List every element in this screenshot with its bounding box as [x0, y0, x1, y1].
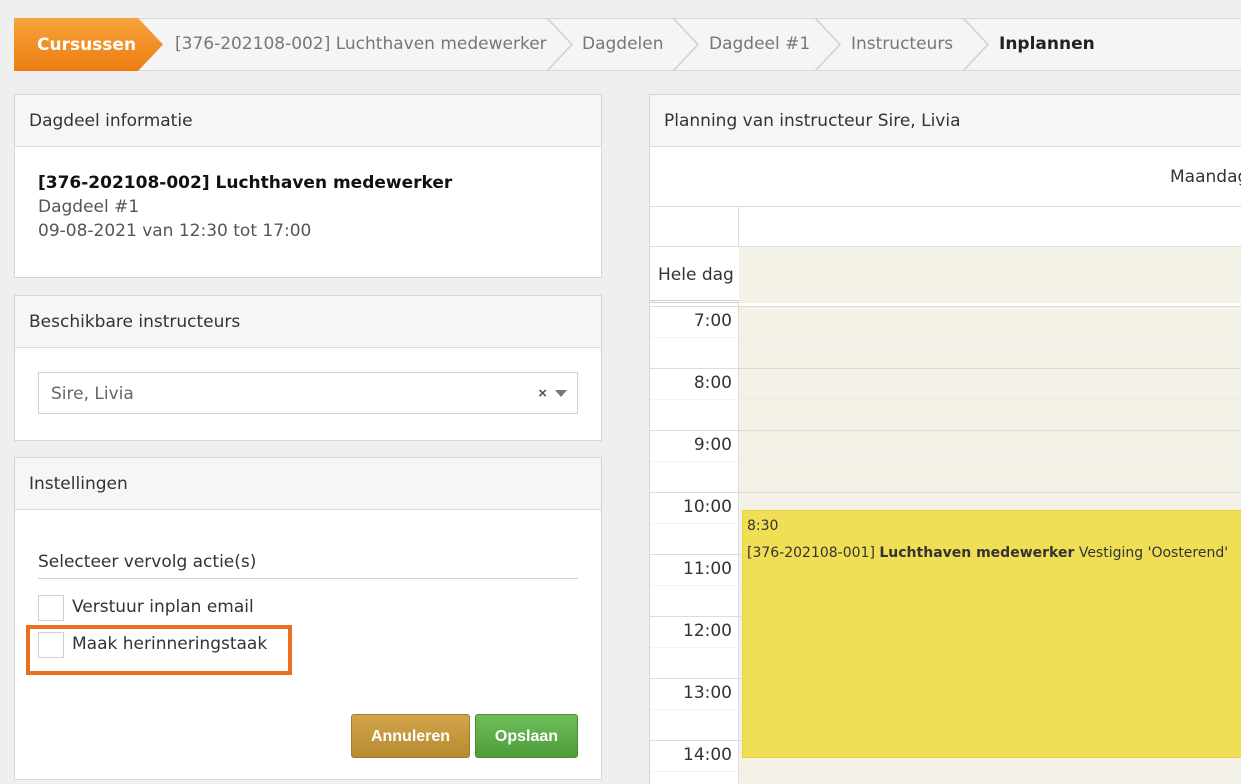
breadcrumb-item-dagdelen[interactable]: Dagdelen — [582, 19, 664, 70]
event-description: [376-202108-001] Luchthaven medewerker V… — [747, 545, 1228, 561]
instructors-panel-title: Beschikbare instructeurs — [15, 296, 601, 348]
settings-panel: Instellingen Selecteer vervolg actie(s) … — [14, 457, 602, 780]
time-label: 11:00 — [683, 559, 732, 579]
hour-line — [650, 430, 1241, 431]
breadcrumb: Cursussen [376-202108-002] Luchthaven me… — [14, 18, 1241, 71]
calendar-event[interactable]: 8:30 [376-202108-001] Luchthaven medewer… — [742, 510, 1241, 758]
clear-icon[interactable]: × — [538, 373, 547, 415]
time-label: 10:00 — [683, 497, 732, 517]
info-panel: Dagdeel informatie [376-202108-002] Luch… — [14, 94, 602, 278]
highlight-box — [26, 625, 292, 675]
settings-panel-title: Instellingen — [15, 458, 601, 510]
breadcrumb-item-inplannen: Inplannen — [999, 34, 1095, 54]
hour-line — [650, 492, 1241, 493]
allday-slot[interactable] — [739, 247, 1241, 303]
allday-label: Hele dag — [658, 265, 734, 285]
time-label: 8:00 — [693, 373, 732, 393]
hour-line — [650, 368, 1241, 369]
time-label: 12:00 — [683, 621, 732, 641]
breadcrumb-item-course[interactable]: [376-202108-002] Luchthaven medewerker — [175, 19, 547, 70]
send-email-checkbox[interactable] — [38, 595, 64, 621]
calendar-day-header: Maandag — [650, 147, 1241, 207]
info-when: 09-08-2021 van 12:30 tot 17:00 — [38, 221, 312, 241]
allday-row: Hele dag — [650, 247, 1241, 303]
calendar-day-name: Maandag — [1170, 167, 1241, 187]
breadcrumb-chevron-icon — [546, 18, 574, 71]
breadcrumb-chevron-icon — [672, 18, 700, 71]
chevron-down-icon[interactable] — [555, 390, 567, 397]
send-email-label[interactable]: Verstuur inplan email — [72, 597, 254, 617]
time-label: 7:00 — [693, 311, 732, 331]
save-button[interactable]: Opslaan — [475, 714, 578, 758]
calendar-title: Planning van instructeur Sire, Livia — [650, 95, 1241, 147]
event-code: [376-202108-001] — [747, 545, 875, 561]
instructors-panel: Beschikbare instructeurs Sire, Livia × — [14, 295, 602, 441]
cancel-button[interactable]: Annuleren — [351, 714, 470, 758]
instructor-select[interactable]: Sire, Livia × — [38, 372, 578, 414]
time-label: 14:00 — [683, 745, 732, 765]
followup-section-label: Selecteer vervolg actie(s) — [38, 552, 257, 572]
info-course: [376-202108-002] Luchthaven medewerker — [38, 173, 453, 193]
breadcrumb-item-dagdeel[interactable]: Dagdeel #1 — [709, 19, 810, 70]
event-location: Vestiging 'Oosterend' — [1078, 545, 1229, 561]
info-part: Dagdeel #1 — [38, 197, 140, 217]
breadcrumb-item-cursussen[interactable]: Cursussen — [37, 19, 136, 72]
event-time: 8:30 — [747, 518, 779, 534]
info-panel-title: Dagdeel informatie — [15, 95, 601, 147]
half-hour-line — [650, 337, 1241, 338]
instructor-select-value: Sire, Livia — [51, 384, 134, 404]
half-hour-line — [650, 771, 1241, 772]
calendar-panel: Planning van instructeur Sire, Livia Maa… — [649, 94, 1241, 784]
section-divider — [38, 578, 578, 579]
time-label: 13:00 — [683, 683, 732, 703]
time-label: 9:00 — [693, 435, 732, 455]
half-hour-line — [650, 399, 1241, 400]
breadcrumb-item-instructeurs[interactable]: Instructeurs — [851, 19, 953, 70]
half-hour-line — [650, 461, 1241, 462]
event-name: Luchthaven medewerker — [879, 545, 1075, 561]
time-gutter-header — [650, 207, 739, 247]
breadcrumb-chevron-icon — [814, 18, 842, 71]
hour-line — [650, 306, 1241, 307]
breadcrumb-chevron-icon — [962, 18, 990, 71]
calendar-grid: Hele dag 7:00 8:00 9:00 10:00 11:00 12:00 13:0… — [650, 207, 1241, 784]
